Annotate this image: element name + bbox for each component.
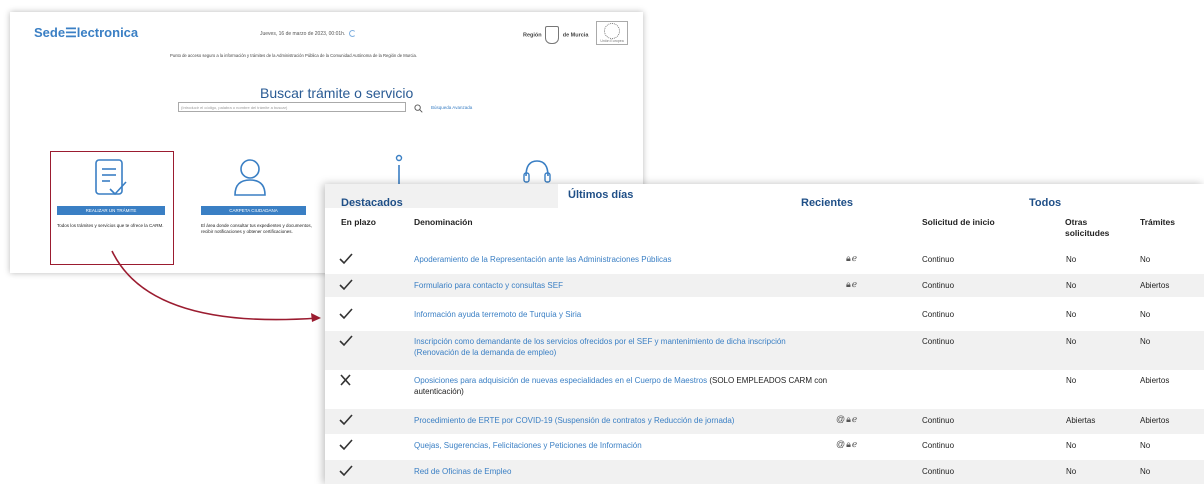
tramite-name-text-line2: (Renovación de la demanda de empleo) — [414, 348, 557, 357]
table-row[interactable]: Oposiciones para adquisición de nuevas e… — [325, 370, 1204, 408]
column-header-en-plazo: En plazo — [341, 217, 376, 227]
solicitud-inicio-cell: Continuo — [922, 467, 955, 476]
solicitud-inicio-cell: Continuo — [922, 441, 955, 450]
table-row[interactable]: Quejas, Sugerencias, Felicitaciones y Pe… — [325, 434, 1204, 459]
tramite-name-link[interactable]: Formulario para contacto y consultas SEF — [414, 280, 844, 291]
signature-methods-icons: @🔒︎ℯ — [836, 414, 859, 424]
check-icon — [339, 439, 353, 451]
signature-methods-icons: @🔒︎ℯ — [836, 439, 859, 449]
table-row[interactable]: Red de Oficinas de Empleo Continuo No No — [325, 460, 1204, 484]
tramites-cell: No — [1140, 337, 1151, 346]
check-icon — [339, 465, 353, 477]
tab-bar: Destacados Últimos días Recientes Todos — [325, 184, 1204, 209]
otras-solicitudes-cell: No — [1066, 441, 1077, 450]
tab-todos-label: Todos — [1029, 197, 1062, 209]
tramite-name-link[interactable]: Oposiciones para adquisición de nuevas e… — [414, 375, 844, 397]
otras-solicitudes-cell: No — [1066, 281, 1077, 290]
tramites-cell: Abiertos — [1140, 416, 1170, 425]
check-icon — [339, 308, 353, 320]
otras-solicitudes-cell: No — [1066, 310, 1077, 319]
tramites-cell: No — [1140, 467, 1151, 476]
tramite-name-text: Quejas, Sugerencias, Felicitaciones y Pe… — [414, 441, 642, 450]
column-header-tramites: Trámites — [1140, 217, 1175, 227]
tramite-name-text: Red de Oficinas de Empleo — [414, 467, 512, 476]
tramite-name-link[interactable]: Inscripción como demandante de los servi… — [414, 336, 844, 358]
check-icon — [339, 279, 353, 291]
tramite-name-text: Inscripción como demandante de los servi… — [414, 337, 786, 346]
tramites-cell: Abiertos — [1140, 281, 1170, 290]
check-icon — [339, 253, 353, 265]
tramite-name-link[interactable]: Quejas, Sugerencias, Felicitaciones y Pe… — [414, 440, 844, 451]
solicitud-inicio-cell: Continuo — [922, 255, 955, 264]
tramite-name-text: Formulario para contacto y consultas SEF — [414, 281, 563, 290]
solicitud-inicio-cell: Continuo — [922, 416, 955, 425]
check-icon — [339, 335, 353, 347]
tab-todos[interactable]: Todos — [1029, 190, 1061, 209]
tramites-cell: No — [1140, 255, 1151, 264]
cross-icon — [340, 374, 351, 386]
tab-ultimos-dias[interactable]: Últimos días — [568, 184, 633, 201]
otras-solicitudes-cell: No — [1066, 337, 1077, 346]
table-row[interactable]: Apoderamiento de la Representación ante … — [325, 248, 1204, 271]
otras-solicitudes-cell: No — [1066, 376, 1077, 385]
signature-methods-icons: 🔒︎ℯ — [846, 253, 859, 263]
tramite-name-text-line2: autenticación) — [414, 387, 464, 396]
table-row[interactable]: Procedimiento de ERTE por COVID-19 (Susp… — [325, 409, 1204, 434]
column-header-denominacion: Denominación — [414, 217, 473, 227]
tab-recientes[interactable]: Recientes — [801, 190, 853, 209]
table-row[interactable]: Formulario para contacto y consultas SEF… — [325, 274, 1204, 297]
column-header-solicitud-inicio: Solicitud de inicio — [922, 217, 995, 227]
otras-solicitudes-cell: Abiertas — [1066, 416, 1096, 425]
tab-bar-background — [558, 184, 1204, 208]
otras-solicitudes-cell: No — [1066, 467, 1077, 476]
tab-ultimos-dias-label: Últimos días — [568, 189, 634, 201]
tramite-name-text: Procedimiento de ERTE por COVID-19 (Susp… — [414, 416, 735, 425]
tramite-name-text: Información ayuda terremoto de Turquía y… — [414, 310, 582, 319]
tramites-cell: No — [1140, 310, 1151, 319]
table-row[interactable]: Información ayuda terremoto de Turquía y… — [325, 303, 1204, 328]
tab-destacados-label: Destacados — [341, 197, 403, 209]
tramite-name-text: Apoderamiento de la Representación ante … — [414, 255, 672, 264]
solicitud-inicio-cell: Continuo — [922, 281, 955, 290]
tramites-table-panel: Destacados Últimos días Recientes Todos … — [325, 184, 1204, 484]
tramite-name-link[interactable]: Apoderamiento de la Representación ante … — [414, 254, 844, 265]
solicitud-inicio-cell: Continuo — [922, 337, 955, 346]
check-icon — [339, 414, 353, 426]
signature-methods-icons: 🔒︎ℯ — [846, 279, 859, 289]
solicitud-inicio-cell: Continuo — [922, 310, 955, 319]
column-header-otras-solicitudes: Otras solicitudes — [1065, 217, 1110, 238]
tramites-cell: No — [1140, 441, 1151, 450]
tramite-name-note: (SOLO EMPLEADOS CARM con — [709, 376, 828, 385]
tramite-name-link[interactable]: Información ayuda terremoto de Turquía y… — [414, 309, 844, 320]
tab-destacados[interactable]: Destacados — [341, 190, 403, 209]
tramite-name-link[interactable]: Red de Oficinas de Empleo — [414, 466, 844, 477]
tramite-name-text: Oposiciones para adquisición de nuevas e… — [414, 376, 708, 385]
otras-solicitudes-cell: No — [1066, 255, 1077, 264]
tramites-cell: Abiertos — [1140, 376, 1170, 385]
table-row[interactable]: Inscripción como demandante de los servi… — [325, 331, 1204, 370]
tab-recientes-label: Recientes — [801, 197, 853, 209]
tramite-name-link[interactable]: Procedimiento de ERTE por COVID-19 (Susp… — [414, 415, 844, 426]
